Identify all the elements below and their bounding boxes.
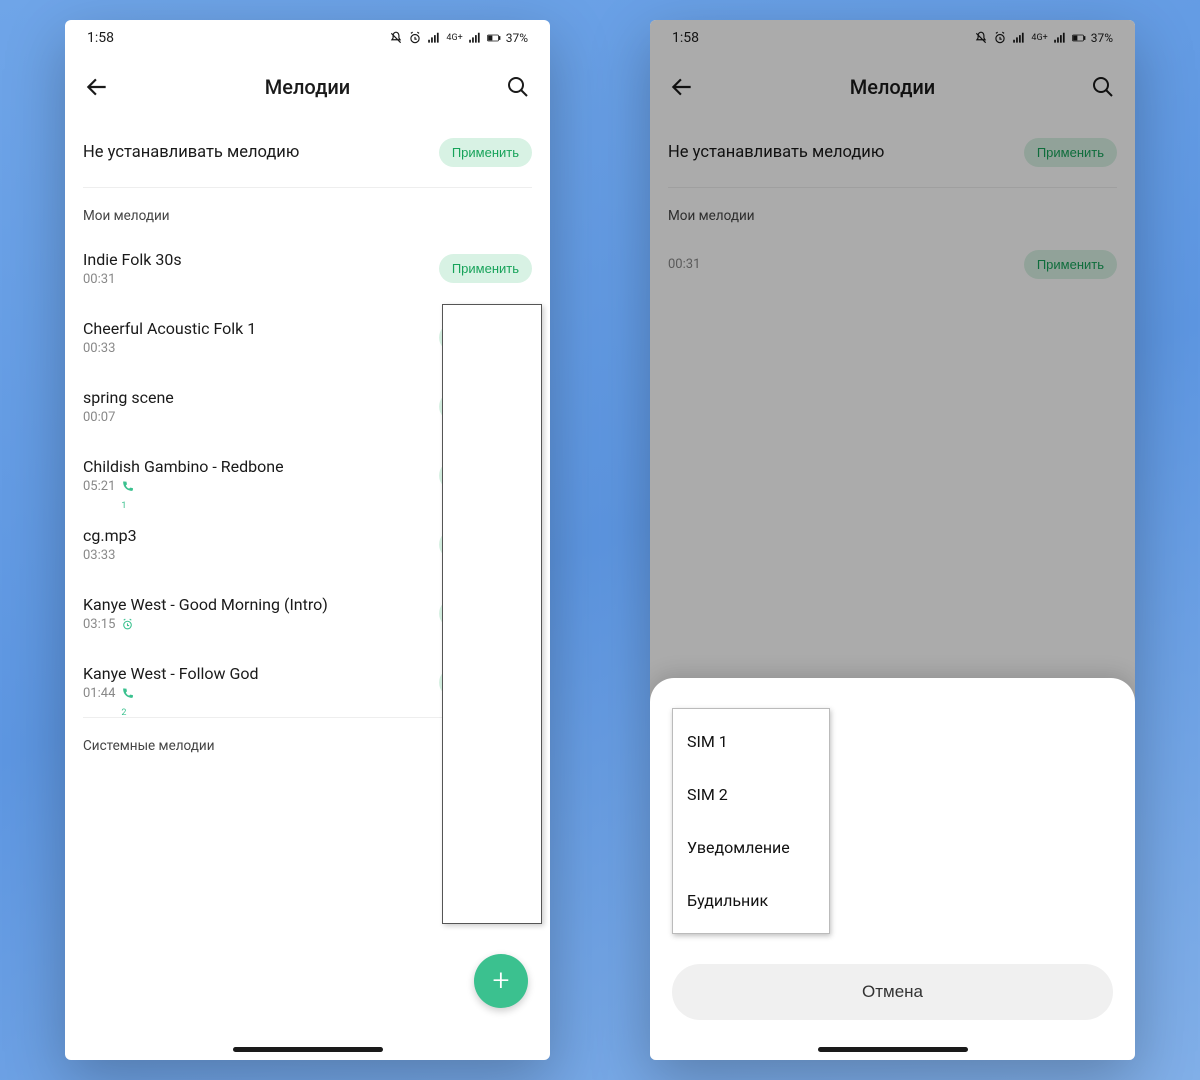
song-duration: 05:21 bbox=[83, 479, 115, 494]
apply-button[interactable]: Применить bbox=[1024, 138, 1117, 167]
status-time: 1:58 bbox=[87, 30, 114, 46]
plus-icon: + bbox=[493, 966, 510, 996]
battery-percent: 37% bbox=[1091, 31, 1113, 45]
content-body: Не устанавливать мелодию Применить Мои м… bbox=[65, 118, 550, 764]
song-title: Childish Gambino - Redbone bbox=[83, 457, 284, 476]
apply-button[interactable]: Применить bbox=[439, 323, 532, 352]
status-time: 1:58 bbox=[672, 30, 699, 46]
section-system-ringtones: Системные мелодии bbox=[83, 726, 532, 764]
song-row[interactable]: Kanye West - Follow God 01:44 2 Применит… bbox=[83, 648, 532, 717]
apply-button[interactable]: Применить bbox=[439, 138, 532, 167]
content-body: Не устанавливать мелодию Применить Мои м… bbox=[650, 118, 1135, 295]
sheet-option-sim2[interactable]: SIM 2 bbox=[673, 768, 829, 821]
page-title: Мелодии bbox=[850, 75, 935, 99]
dnd-icon bbox=[389, 31, 403, 45]
apply-button[interactable]: Применить bbox=[439, 254, 532, 283]
sheet-options-callout: SIM 1 SIM 2 Уведомление Будильник bbox=[672, 708, 830, 934]
song-row[interactable]: Cheerful Acoustic Folk 1 00:33 Применить bbox=[83, 303, 532, 372]
apply-button[interactable]: Применить bbox=[439, 530, 532, 559]
alarm-status-icon bbox=[408, 31, 422, 45]
cancel-button[interactable]: Отмена bbox=[672, 964, 1113, 1020]
song-row[interactable]: Kanye West - Good Morning (Intro) 03:15 … bbox=[83, 579, 532, 648]
no-ringtone-label: Не устанавливать мелодию bbox=[83, 143, 299, 162]
phone-left: 1:58 4G+ 37% Мелодии Не устанавливать ме… bbox=[65, 20, 550, 1060]
no-ringtone-label: Не устанавливать мелодию bbox=[668, 143, 884, 162]
song-duration: 03:15 bbox=[83, 617, 115, 632]
divider bbox=[668, 187, 1117, 188]
apply-button[interactable]: Применить bbox=[439, 461, 532, 490]
status-icons: 4G+ 37% bbox=[974, 31, 1113, 45]
apply-button[interactable]: Применить bbox=[1024, 250, 1117, 279]
song-duration: 00:33 bbox=[83, 341, 256, 356]
status-bar: 1:58 4G+ 37% bbox=[65, 20, 550, 56]
song-row[interactable]: Indie Folk 30s 00:31 Применить bbox=[83, 234, 532, 303]
song-duration: 01:44 bbox=[83, 686, 115, 701]
song-duration: 00:31 bbox=[83, 272, 182, 287]
apply-button[interactable]: Применить bbox=[439, 668, 532, 697]
page-title: Мелодии bbox=[265, 75, 350, 99]
bottom-sheet: SIM 1 SIM 2 Уведомление Будильник Отмена bbox=[650, 678, 1135, 1060]
sheet-option-alarm[interactable]: Будильник bbox=[673, 874, 829, 927]
song-title: Indie Folk 30s bbox=[83, 250, 182, 269]
dnd-icon bbox=[974, 31, 988, 45]
no-ringtone-row[interactable]: Не устанавливать мелодию Применить bbox=[668, 118, 1117, 187]
back-button[interactable] bbox=[668, 73, 696, 101]
song-row[interactable]: Childish Gambino - Redbone 05:21 1 Приме… bbox=[83, 441, 532, 510]
no-ringtone-row[interactable]: Не устанавливать мелодию Применить bbox=[83, 118, 532, 187]
network-label: 4G+ bbox=[446, 33, 462, 43]
search-button[interactable] bbox=[1089, 73, 1117, 101]
song-title: Cheerful Acoustic Folk 1 bbox=[83, 319, 256, 338]
battery-icon bbox=[487, 31, 501, 45]
search-button[interactable] bbox=[504, 73, 532, 101]
signal-1-icon bbox=[1012, 31, 1026, 45]
home-indicator[interactable] bbox=[818, 1047, 968, 1052]
network-label: 4G+ bbox=[1031, 33, 1047, 43]
call-sim1-icon: 1 bbox=[121, 480, 134, 493]
song-title: spring scene bbox=[83, 388, 174, 407]
signal-2-icon bbox=[1053, 31, 1067, 45]
song-title: cg.mp3 bbox=[83, 526, 137, 545]
battery-percent: 37% bbox=[506, 31, 528, 45]
alarm-icon bbox=[121, 618, 134, 631]
sheet-option-notification[interactable]: Уведомление bbox=[673, 821, 829, 874]
song-title: Kanye West - Follow God bbox=[83, 664, 259, 683]
apply-button[interactable]: Применить bbox=[439, 392, 532, 421]
phone-right: 1:58 4G+ 37% Мелодии Не устанавливать bbox=[650, 20, 1135, 1060]
section-my-ringtones: Мои мелодии bbox=[668, 196, 1117, 234]
song-row[interactable]: cg.mp3 03:33 Применить bbox=[83, 510, 532, 579]
signal-2-icon bbox=[468, 31, 482, 45]
home-indicator[interactable] bbox=[233, 1047, 383, 1052]
song-duration: 00:07 bbox=[83, 410, 174, 425]
alarm-status-icon bbox=[993, 31, 1007, 45]
status-bar: 1:58 4G+ 37% bbox=[650, 20, 1135, 56]
back-button[interactable] bbox=[83, 73, 111, 101]
call-sim2-icon: 2 bbox=[121, 687, 134, 700]
divider bbox=[83, 187, 532, 188]
app-header: Мелодии bbox=[65, 56, 550, 118]
app-header: Мелодии bbox=[650, 56, 1135, 118]
status-icons: 4G+ 37% bbox=[389, 31, 528, 45]
song-duration: 03:33 bbox=[83, 548, 137, 563]
signal-1-icon bbox=[427, 31, 441, 45]
song-row[interactable]: spring scene 00:07 Применить bbox=[83, 372, 532, 441]
add-fab[interactable]: + bbox=[474, 954, 528, 1008]
divider bbox=[83, 717, 532, 718]
song-row[interactable]: Indie Folk 30s00:31 Применить bbox=[668, 234, 1117, 295]
apply-button[interactable]: Применить bbox=[439, 599, 532, 628]
section-my-ringtones: Мои мелодии bbox=[83, 196, 532, 234]
battery-icon bbox=[1072, 31, 1086, 45]
song-title: Kanye West - Good Morning (Intro) bbox=[83, 595, 328, 614]
sheet-option-sim1[interactable]: SIM 1 bbox=[673, 715, 829, 768]
